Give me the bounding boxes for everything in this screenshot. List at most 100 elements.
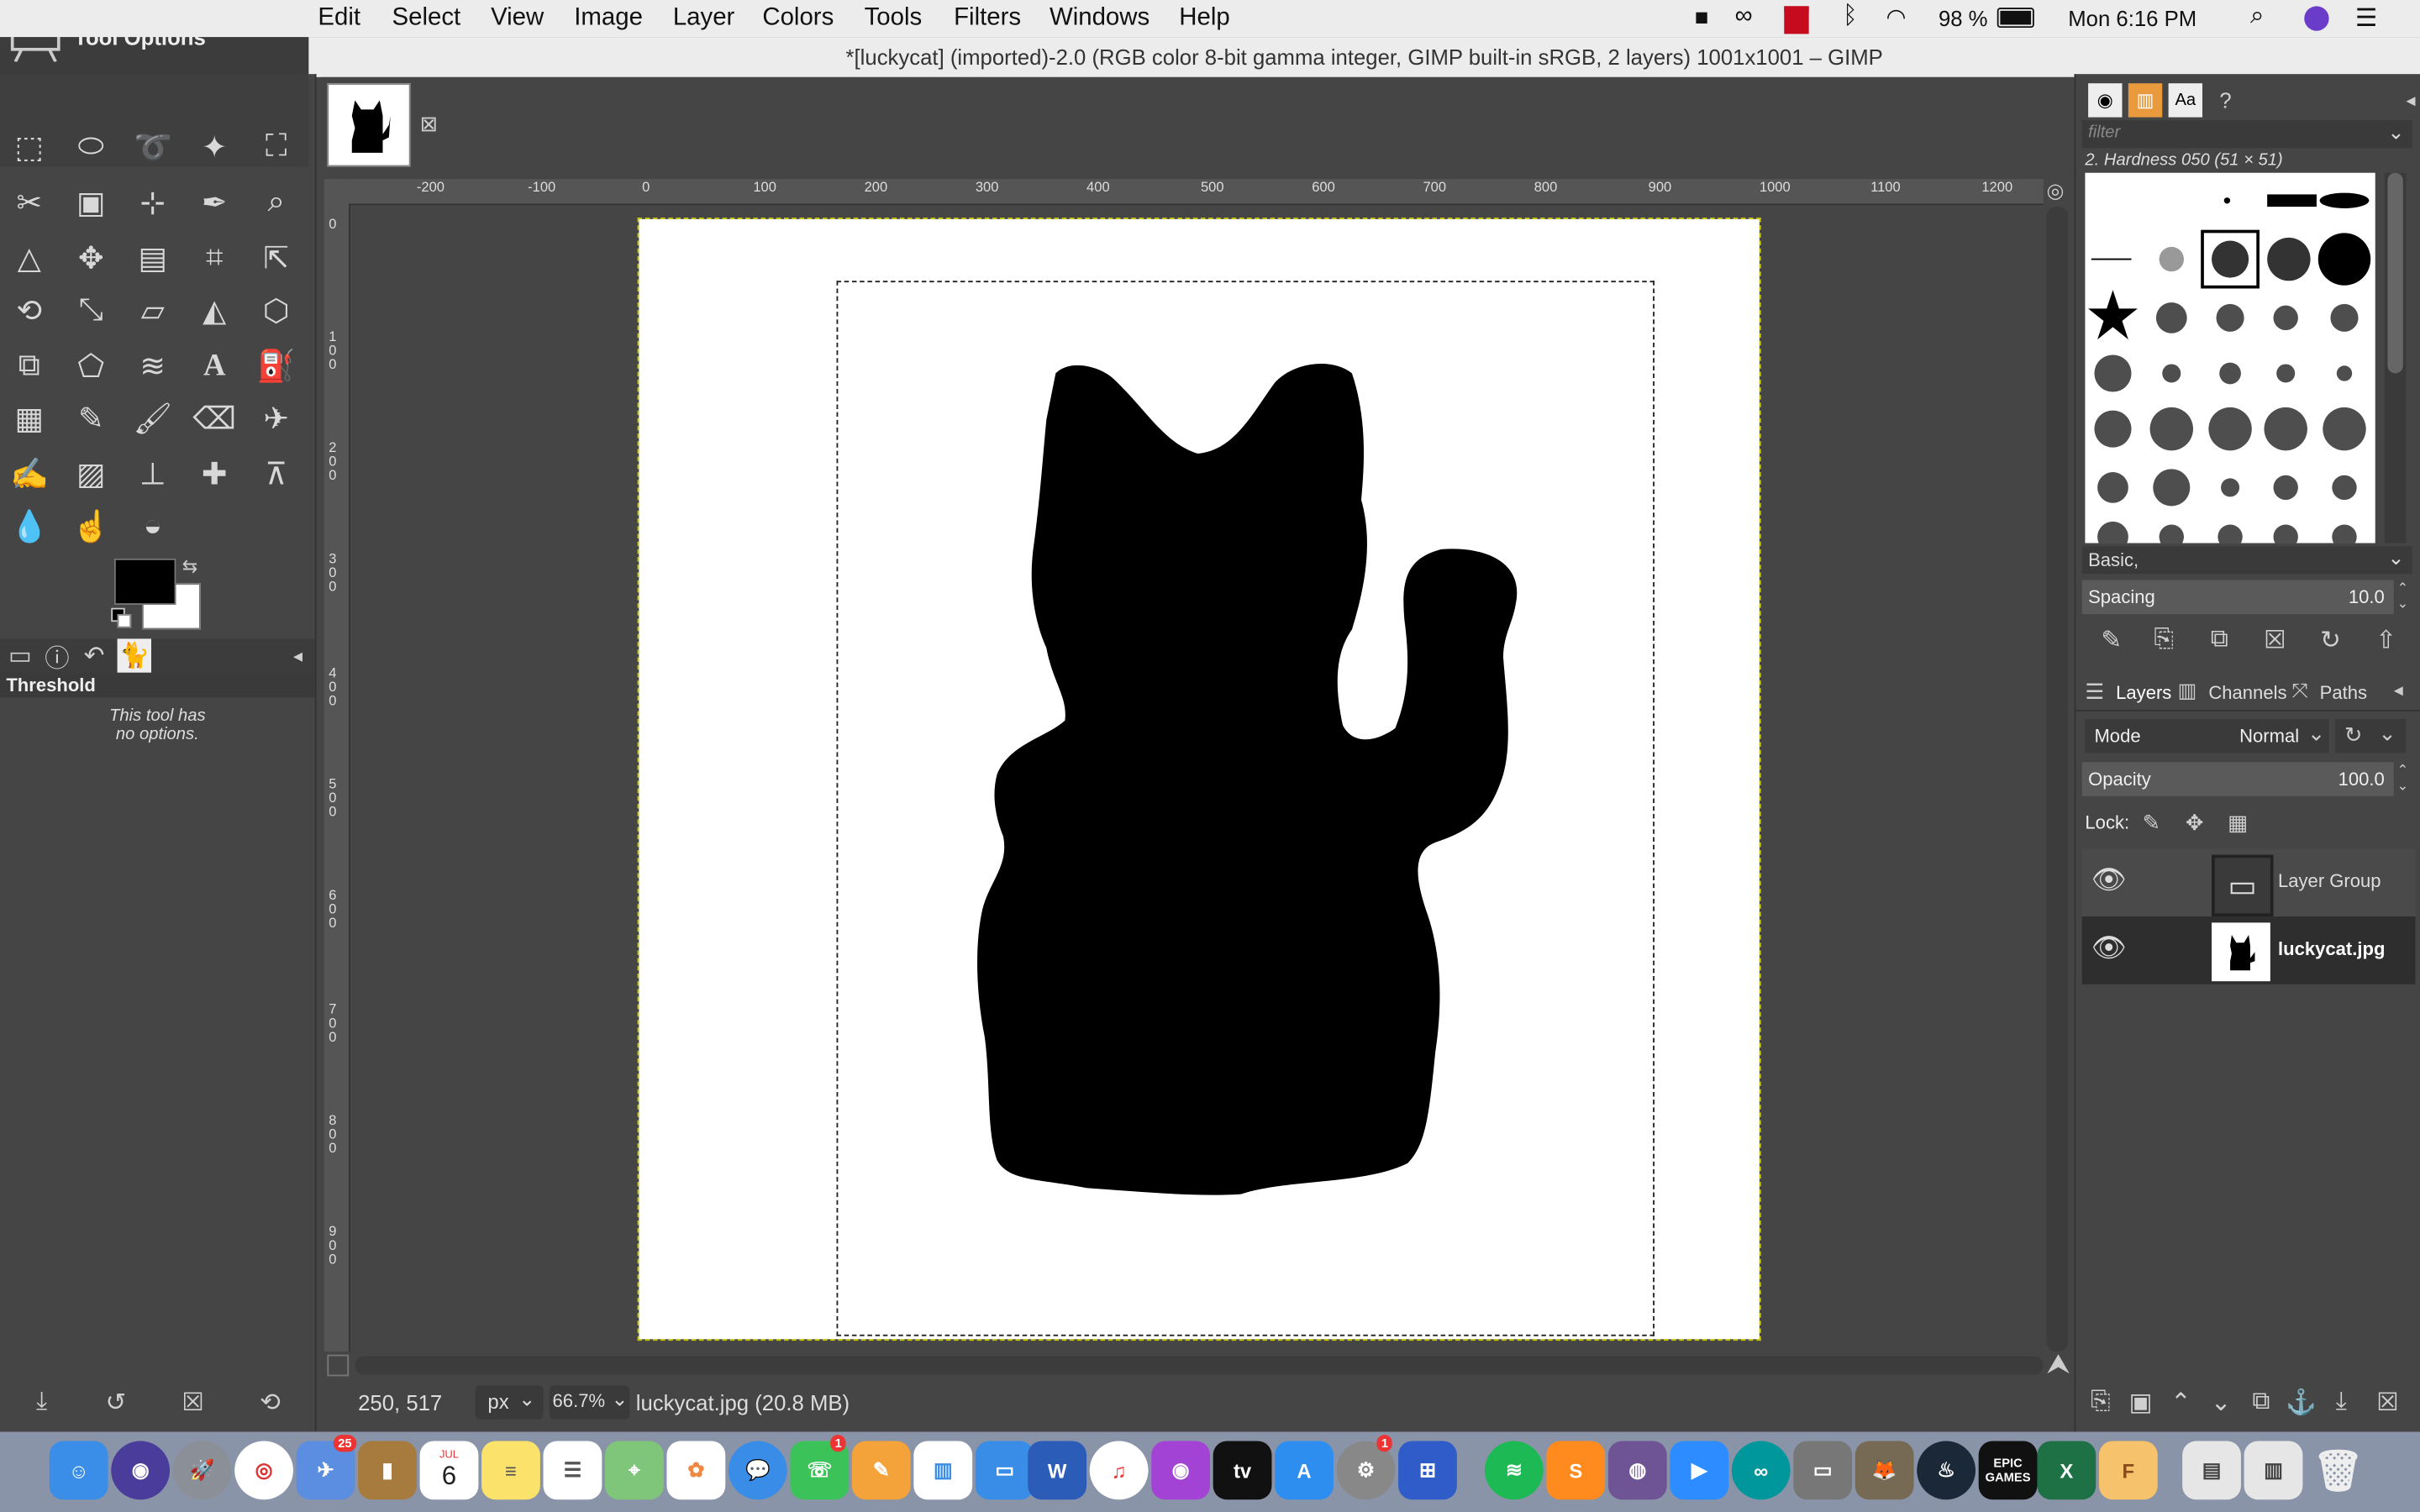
- eraser-tool-icon[interactable]: ⌫: [192, 395, 238, 441]
- notification-center-icon[interactable]: ☰: [2355, 3, 2377, 34]
- opacity-slider[interactable]: Opacity 100.0: [2081, 762, 2394, 796]
- close-image-tab-icon[interactable]: ⊠: [420, 111, 439, 137]
- trash-icon[interactable]: 🗑: [2309, 1441, 2368, 1500]
- horizontal-scrollbar[interactable]: [355, 1356, 2044, 1375]
- messages-icon[interactable]: 💬: [728, 1441, 787, 1500]
- photos-app-icon[interactable]: ✈ 25: [296, 1435, 357, 1500]
- menu-layer[interactable]: Layer: [673, 5, 735, 33]
- steam-icon[interactable]: ♨: [1917, 1441, 1976, 1500]
- rotate-tool-icon[interactable]: ⟲: [6, 287, 52, 333]
- edit-brush-icon[interactable]: ✎: [2094, 623, 2128, 657]
- fuzzy-select-tool-icon[interactable]: ✦: [192, 123, 238, 170]
- menu-tools[interactable]: Tools: [865, 5, 923, 33]
- epic-games-icon[interactable]: EPIC GAMES: [1978, 1441, 2038, 1500]
- system-preferences-icon[interactable]: ⚙ 1: [1336, 1435, 1396, 1500]
- image-capture-icon[interactable]: ▭: [1793, 1441, 1853, 1500]
- menu-help[interactable]: Help: [1179, 5, 1229, 33]
- spotify-icon[interactable]: ≋: [1484, 1441, 1544, 1500]
- blur-tool-icon[interactable]: 💧: [6, 503, 52, 549]
- image-tab-thumbnail[interactable]: [327, 83, 411, 167]
- documents-stack-icon[interactable]: ▥: [2244, 1441, 2303, 1500]
- bucket-fill-icon[interactable]: ⛽: [253, 343, 299, 389]
- new-brush-icon[interactable]: ⎘: [2147, 623, 2181, 657]
- word-icon[interactable]: W: [1028, 1441, 1087, 1500]
- notes-book-icon[interactable]: ▮: [358, 1441, 417, 1500]
- finder-icon[interactable]: ☺: [49, 1441, 108, 1500]
- duplicate-layer-icon[interactable]: ⧉: [2244, 1385, 2278, 1419]
- spotlight-search-icon[interactable]: ⌕: [2250, 3, 2264, 31]
- calendar-icon[interactable]: JUL 6: [419, 1441, 479, 1500]
- layer-row[interactable]: 👁 ▭ Layer Group: [2081, 848, 2416, 917]
- menu-select[interactable]: Select: [392, 5, 461, 33]
- navigate-icon[interactable]: ⮝: [2047, 1348, 2070, 1381]
- lock-pixels-icon[interactable]: ✎: [2134, 806, 2168, 839]
- brush-tag-select[interactable]: Basic, ⌄: [2081, 546, 2412, 575]
- visibility-eye-icon[interactable]: 👁: [2091, 864, 2127, 897]
- measure-tool-icon[interactable]: △: [6, 234, 52, 281]
- spacing-stepper[interactable]: ⌃ ⌄: [2396, 580, 2408, 612]
- ruler-corner[interactable]: [324, 179, 350, 204]
- sublime-text-icon[interactable]: S: [1546, 1441, 1606, 1500]
- vertical-ruler[interactable]: 0 100 200 300 400 500 600 700 800 900: [324, 203, 350, 1352]
- cage-transform-icon[interactable]: ⬠: [68, 343, 114, 389]
- perspective-clone-icon[interactable]: ⊼: [253, 450, 299, 496]
- numbers-icon[interactable]: ▥: [913, 1441, 973, 1500]
- reminders-icon[interactable]: ☰: [543, 1441, 602, 1500]
- raise-layer-icon[interactable]: ⌃: [2164, 1385, 2197, 1419]
- ellipse-select-tool-icon[interactable]: ⬭: [68, 123, 114, 170]
- photos-icon[interactable]: ✿: [666, 1441, 726, 1500]
- new-layer-icon[interactable]: ⎘: [2084, 1385, 2118, 1419]
- crop-tool-icon[interactable]: ⌗: [192, 234, 238, 281]
- gimp-icon[interactable]: 🦊: [1854, 1441, 1914, 1500]
- paintbrush-tool-icon[interactable]: 🖌: [129, 395, 176, 441]
- images-tab-icon[interactable]: 🐈: [117, 638, 152, 673]
- apple-tv-icon[interactable]: tv: [1213, 1441, 1272, 1500]
- opacity-stepper[interactable]: ⌃ ⌄: [2396, 762, 2408, 793]
- tab-paths[interactable]: Paths: [2320, 682, 2367, 704]
- keynote-icon[interactable]: ▭: [975, 1441, 1034, 1500]
- menu-windows[interactable]: Windows: [1050, 5, 1150, 33]
- tab-channels[interactable]: Channels: [2208, 682, 2286, 704]
- visibility-eye-icon[interactable]: 👁: [2091, 932, 2127, 964]
- lock-alpha-icon[interactable]: ▦: [2221, 806, 2254, 839]
- maps-icon[interactable]: ⌖: [605, 1441, 664, 1500]
- text-tool-icon[interactable]: A: [192, 343, 238, 389]
- preview-icon[interactable]: ⊞: [1398, 1441, 1457, 1500]
- unified-transform-icon[interactable]: ⇱: [253, 234, 299, 281]
- save-options-icon[interactable]: ⤓: [24, 1385, 58, 1419]
- reset-options-icon[interactable]: ⟲: [253, 1385, 287, 1419]
- anchor-layer-icon[interactable]: ⚓: [2284, 1385, 2317, 1419]
- facetime-icon[interactable]: ☏ 1: [790, 1435, 850, 1500]
- layer-row-selected[interactable]: 👁 luckycat.jpg: [2081, 916, 2416, 984]
- mode-switch-button[interactable]: ↻ ⌄: [2334, 718, 2407, 753]
- warp-transform-icon[interactable]: ≋: [129, 343, 176, 389]
- handle-transform-icon[interactable]: ⧉: [6, 343, 52, 389]
- zoom-tool-icon[interactable]: ⌕: [253, 179, 299, 225]
- foreground-select-tool-icon[interactable]: ⛶: [253, 123, 299, 170]
- pages-icon[interactable]: ✎: [851, 1441, 911, 1500]
- zoom-select[interactable]: 66.7% ⌄: [549, 1385, 630, 1420]
- patterns-tab-icon[interactable]: ▥: [2128, 83, 2163, 118]
- scissors-tool-icon[interactable]: ✂: [6, 179, 52, 225]
- device-status-tab-icon[interactable]: ⓘ: [40, 638, 74, 673]
- horizontal-ruler[interactable]: -200 -100 0 100 200 300 400 500 600 700 …: [349, 179, 2044, 206]
- tab-layers[interactable]: Layers: [2116, 682, 2171, 704]
- menu-colors[interactable]: Colors: [762, 5, 834, 33]
- flip-tool-icon[interactable]: ◭: [192, 287, 238, 333]
- launchpad-icon[interactable]: 🚀: [172, 1441, 232, 1500]
- spacing-slider[interactable]: Spacing 10.0: [2081, 580, 2394, 615]
- menu-view[interactable]: View: [491, 5, 544, 33]
- tool-options-tab-icon[interactable]: ▭: [3, 638, 37, 672]
- rect-select-tool-icon[interactable]: ⬚: [6, 123, 52, 170]
- zoom-lock-icon[interactable]: ◎: [2047, 179, 2065, 203]
- pencil-tool-icon[interactable]: ✎: [68, 395, 114, 441]
- layer-name[interactable]: luckycat.jpg: [2278, 938, 2385, 960]
- downloads-stack-icon[interactable]: ▤: [2182, 1441, 2241, 1500]
- podcasts-icon[interactable]: ◉: [1151, 1441, 1211, 1500]
- arduino-icon[interactable]: ∞: [1731, 1441, 1791, 1500]
- foreground-color-swatch[interactable]: [113, 558, 176, 606]
- excel-icon[interactable]: X: [2037, 1441, 2096, 1500]
- vertical-scrollbar[interactable]: [2046, 207, 2069, 1352]
- smudge-tool-icon[interactable]: ☝: [68, 503, 114, 549]
- by-color-select-icon[interactable]: ▣: [68, 179, 114, 225]
